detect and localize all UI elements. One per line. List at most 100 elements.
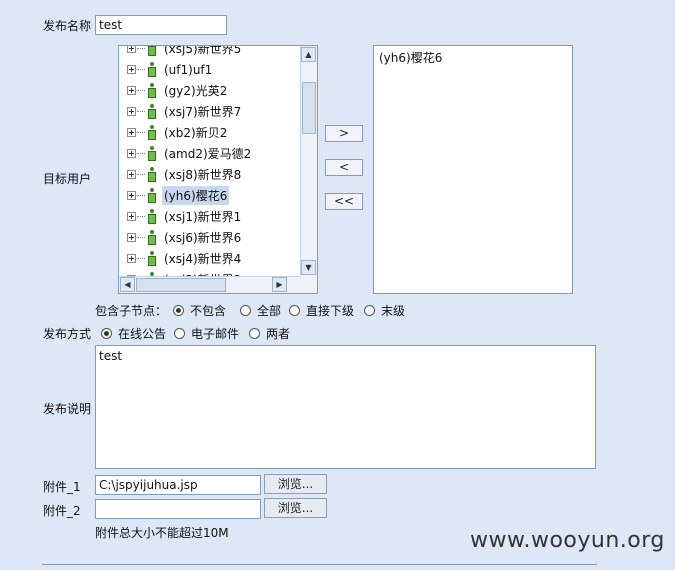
tree-node-label: (uf1)uf1 xyxy=(164,62,213,77)
tree-node[interactable]: (gy2)光英2 xyxy=(127,80,301,101)
tree-node-label: (xsj5)新世界5 xyxy=(164,45,242,56)
tree-connector xyxy=(137,69,145,70)
radio-label: 末级 xyxy=(381,304,406,318)
tree-node[interactable]: (xsj7)新世界7 xyxy=(127,101,301,122)
tree-node[interactable]: (xsj8)新世界8 xyxy=(127,164,301,185)
include-children-radio-group: 不包含 全部 直接下级 末级 xyxy=(173,302,405,319)
radio-button[interactable] xyxy=(173,305,184,316)
name-label: 发布名称 xyxy=(43,19,92,33)
plus-box-icon[interactable] xyxy=(127,149,136,158)
tree-node-label: (yh6)樱花6 xyxy=(162,186,230,205)
user-icon xyxy=(148,187,156,204)
radio-label: 在线公告 xyxy=(118,327,167,341)
target-users-label: 目标用户 xyxy=(43,172,92,186)
tree-node[interactable]: (xsj1)新世界1 xyxy=(127,206,301,227)
plus-box-icon[interactable] xyxy=(127,86,136,95)
radio-label: 直接下级 xyxy=(306,304,355,318)
tree-node-label: (gy2)光英2 xyxy=(164,84,228,98)
radio-button[interactable] xyxy=(174,328,186,339)
scroll-right-icon[interactable]: ▶ xyxy=(272,277,287,292)
plus-box-icon[interactable] xyxy=(127,65,136,74)
radio-button[interactable] xyxy=(289,305,301,316)
tree-connector xyxy=(137,216,145,217)
tree-connector xyxy=(137,237,145,238)
attachment1-label: 附件_1 xyxy=(43,480,81,494)
tree-connector xyxy=(137,132,145,133)
tree-connector xyxy=(137,153,145,154)
tree-connector xyxy=(137,111,145,112)
tree-node[interactable]: (xsj6)新世界6 xyxy=(127,227,301,248)
tree-node-label: (xb2)新贝2 xyxy=(164,126,228,140)
radio-option[interactable]: 两者 xyxy=(249,325,290,342)
description-label: 发布说明 xyxy=(43,402,92,416)
scroll-left-icon[interactable]: ◀ xyxy=(120,277,135,292)
selected-users-list[interactable]: (yh6)樱花6 xyxy=(373,45,573,294)
tree-node-label: (xsj8)新世界8 xyxy=(164,168,242,182)
plus-box-icon[interactable] xyxy=(127,128,136,137)
radio-option[interactable]: 电子邮件 xyxy=(174,325,239,342)
radio-label: 全部 xyxy=(257,304,282,318)
tree-vertical-scrollbar[interactable]: ▲ ▼ xyxy=(300,46,317,276)
scroll-up-icon[interactable]: ▲ xyxy=(301,47,316,62)
tree-connector xyxy=(137,195,145,196)
include-children-label: 包含子节点： xyxy=(95,304,168,318)
radio-option[interactable]: 末级 xyxy=(364,302,405,319)
radio-option[interactable]: 不包含 xyxy=(173,302,226,319)
radio-option[interactable]: 在线公告 xyxy=(101,325,166,342)
name-input[interactable]: test xyxy=(95,15,227,35)
radio-button[interactable] xyxy=(101,328,112,339)
tree-node-label: (amd2)爱马德2 xyxy=(164,147,252,161)
tree-node[interactable]: (xsj4)新世界4 xyxy=(127,248,301,269)
plus-box-icon[interactable] xyxy=(127,46,136,53)
radio-button[interactable] xyxy=(364,305,376,316)
tree-node[interactable]: (xsj5)新世界5 xyxy=(127,45,301,59)
tree-viewport: (xsj5)新世界5 (uf1)uf1 (gy2)光英2 (xsj7)新世界7 (xb2… xyxy=(119,45,301,288)
add-user-button[interactable]: > xyxy=(325,125,363,142)
remove-user-button[interactable]: < xyxy=(325,159,363,176)
tree-node[interactable]: (uf1)uf1 xyxy=(127,59,301,80)
scroll-thumb-vertical[interactable] xyxy=(302,82,316,134)
radio-option[interactable]: 直接下级 xyxy=(289,302,354,319)
tree-node[interactable]: (yh6)樱花6 xyxy=(127,185,301,206)
tree-node[interactable]: (amd2)爱马德2 xyxy=(127,143,301,164)
radio-button[interactable] xyxy=(240,305,252,316)
publish-method-radio-group: 在线公告 电子邮件 两者 xyxy=(101,325,290,342)
plus-box-icon[interactable] xyxy=(127,233,136,242)
plus-box-icon[interactable] xyxy=(127,212,136,221)
attachment2-input[interactable] xyxy=(95,499,261,519)
description-textarea[interactable]: test xyxy=(95,345,596,469)
radio-button[interactable] xyxy=(249,328,261,339)
watermark-text: www.wooyun.org xyxy=(470,528,665,553)
user-icon xyxy=(148,46,156,57)
scroll-thumb-horizontal[interactable] xyxy=(136,278,226,292)
user-icon xyxy=(148,229,156,246)
attachment1-browse-button[interactable]: 浏览... xyxy=(264,474,327,494)
attachment1-input[interactable]: C:\jspyijuhua.jsp xyxy=(95,475,261,495)
tree-node-label: (xsj4)新世界4 xyxy=(164,252,242,266)
attachment-size-note: 附件总大小不能超过10M xyxy=(95,526,229,540)
tree-node-label: (xsj7)新世界7 xyxy=(164,105,242,119)
tree-horizontal-scrollbar[interactable]: ◀ ▶ xyxy=(119,276,301,293)
user-icon xyxy=(148,250,156,267)
remove-all-users-button[interactable]: << xyxy=(325,193,363,210)
user-icon xyxy=(148,145,156,162)
tree-node[interactable]: (xb2)新贝2 xyxy=(127,122,301,143)
tree-connector xyxy=(137,174,145,175)
attachment2-browse-button[interactable]: 浏览... xyxy=(264,498,327,518)
radio-label: 不包含 xyxy=(190,304,227,318)
user-icon xyxy=(148,166,156,183)
user-tree[interactable]: (xsj5)新世界5 (uf1)uf1 (gy2)光英2 (xsj7)新世界7 (xb2… xyxy=(118,45,318,294)
tree-connector xyxy=(137,258,145,259)
plus-box-icon[interactable] xyxy=(127,107,136,116)
selected-user-item[interactable]: (yh6)樱花6 xyxy=(379,49,567,66)
radio-label: 电子邮件 xyxy=(191,327,240,341)
radio-label: 两者 xyxy=(266,327,291,341)
plus-box-icon[interactable] xyxy=(127,254,136,263)
plus-box-icon[interactable] xyxy=(127,191,136,200)
user-icon xyxy=(148,124,156,141)
radio-option[interactable]: 全部 xyxy=(240,302,281,319)
user-icon xyxy=(148,103,156,120)
scroll-down-icon[interactable]: ▼ xyxy=(301,260,316,275)
plus-box-icon[interactable] xyxy=(127,170,136,179)
attachment2-label: 附件_2 xyxy=(43,504,81,518)
